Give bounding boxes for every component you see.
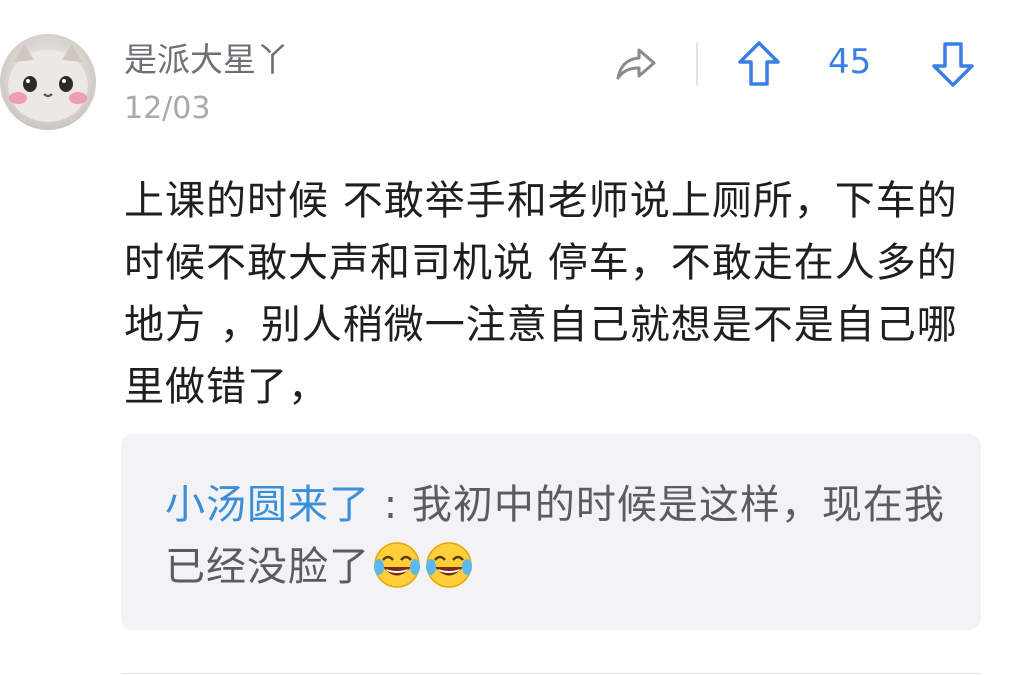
comment-text: 上课的时候 不敢举手和老师说上厕所，下车的时候不敢大声和司机说 停车，不敢走在人… xyxy=(124,178,958,410)
cat-avatar-image xyxy=(8,44,88,122)
laughing-crying-emoji-icon xyxy=(424,540,474,590)
downvote-arrow-icon[interactable] xyxy=(928,38,978,90)
avatar[interactable] xyxy=(0,34,96,130)
reply-text-block: 小汤圆来了 : 我初中的时候是这样，现在我已经没脸了 xyxy=(165,474,955,598)
share-icon[interactable] xyxy=(612,40,660,88)
comment-actions: 45 xyxy=(600,36,1000,92)
upvote-arrow-icon[interactable] xyxy=(734,38,784,90)
reply-preview[interactable]: 小汤圆来了 : 我初中的时候是这样，现在我已经没脸了 xyxy=(121,434,981,630)
reply-separator: : xyxy=(370,482,412,528)
reply-username[interactable]: 小汤圆来了 xyxy=(165,482,370,528)
comment-divider xyxy=(121,673,981,674)
laughing-crying-emoji-icon xyxy=(372,540,422,590)
comment-username[interactable]: 是派大星丫 xyxy=(124,41,289,78)
actions-divider xyxy=(696,42,698,86)
comment-date: 12/03 xyxy=(124,91,211,126)
vote-count: 45 xyxy=(828,42,872,82)
